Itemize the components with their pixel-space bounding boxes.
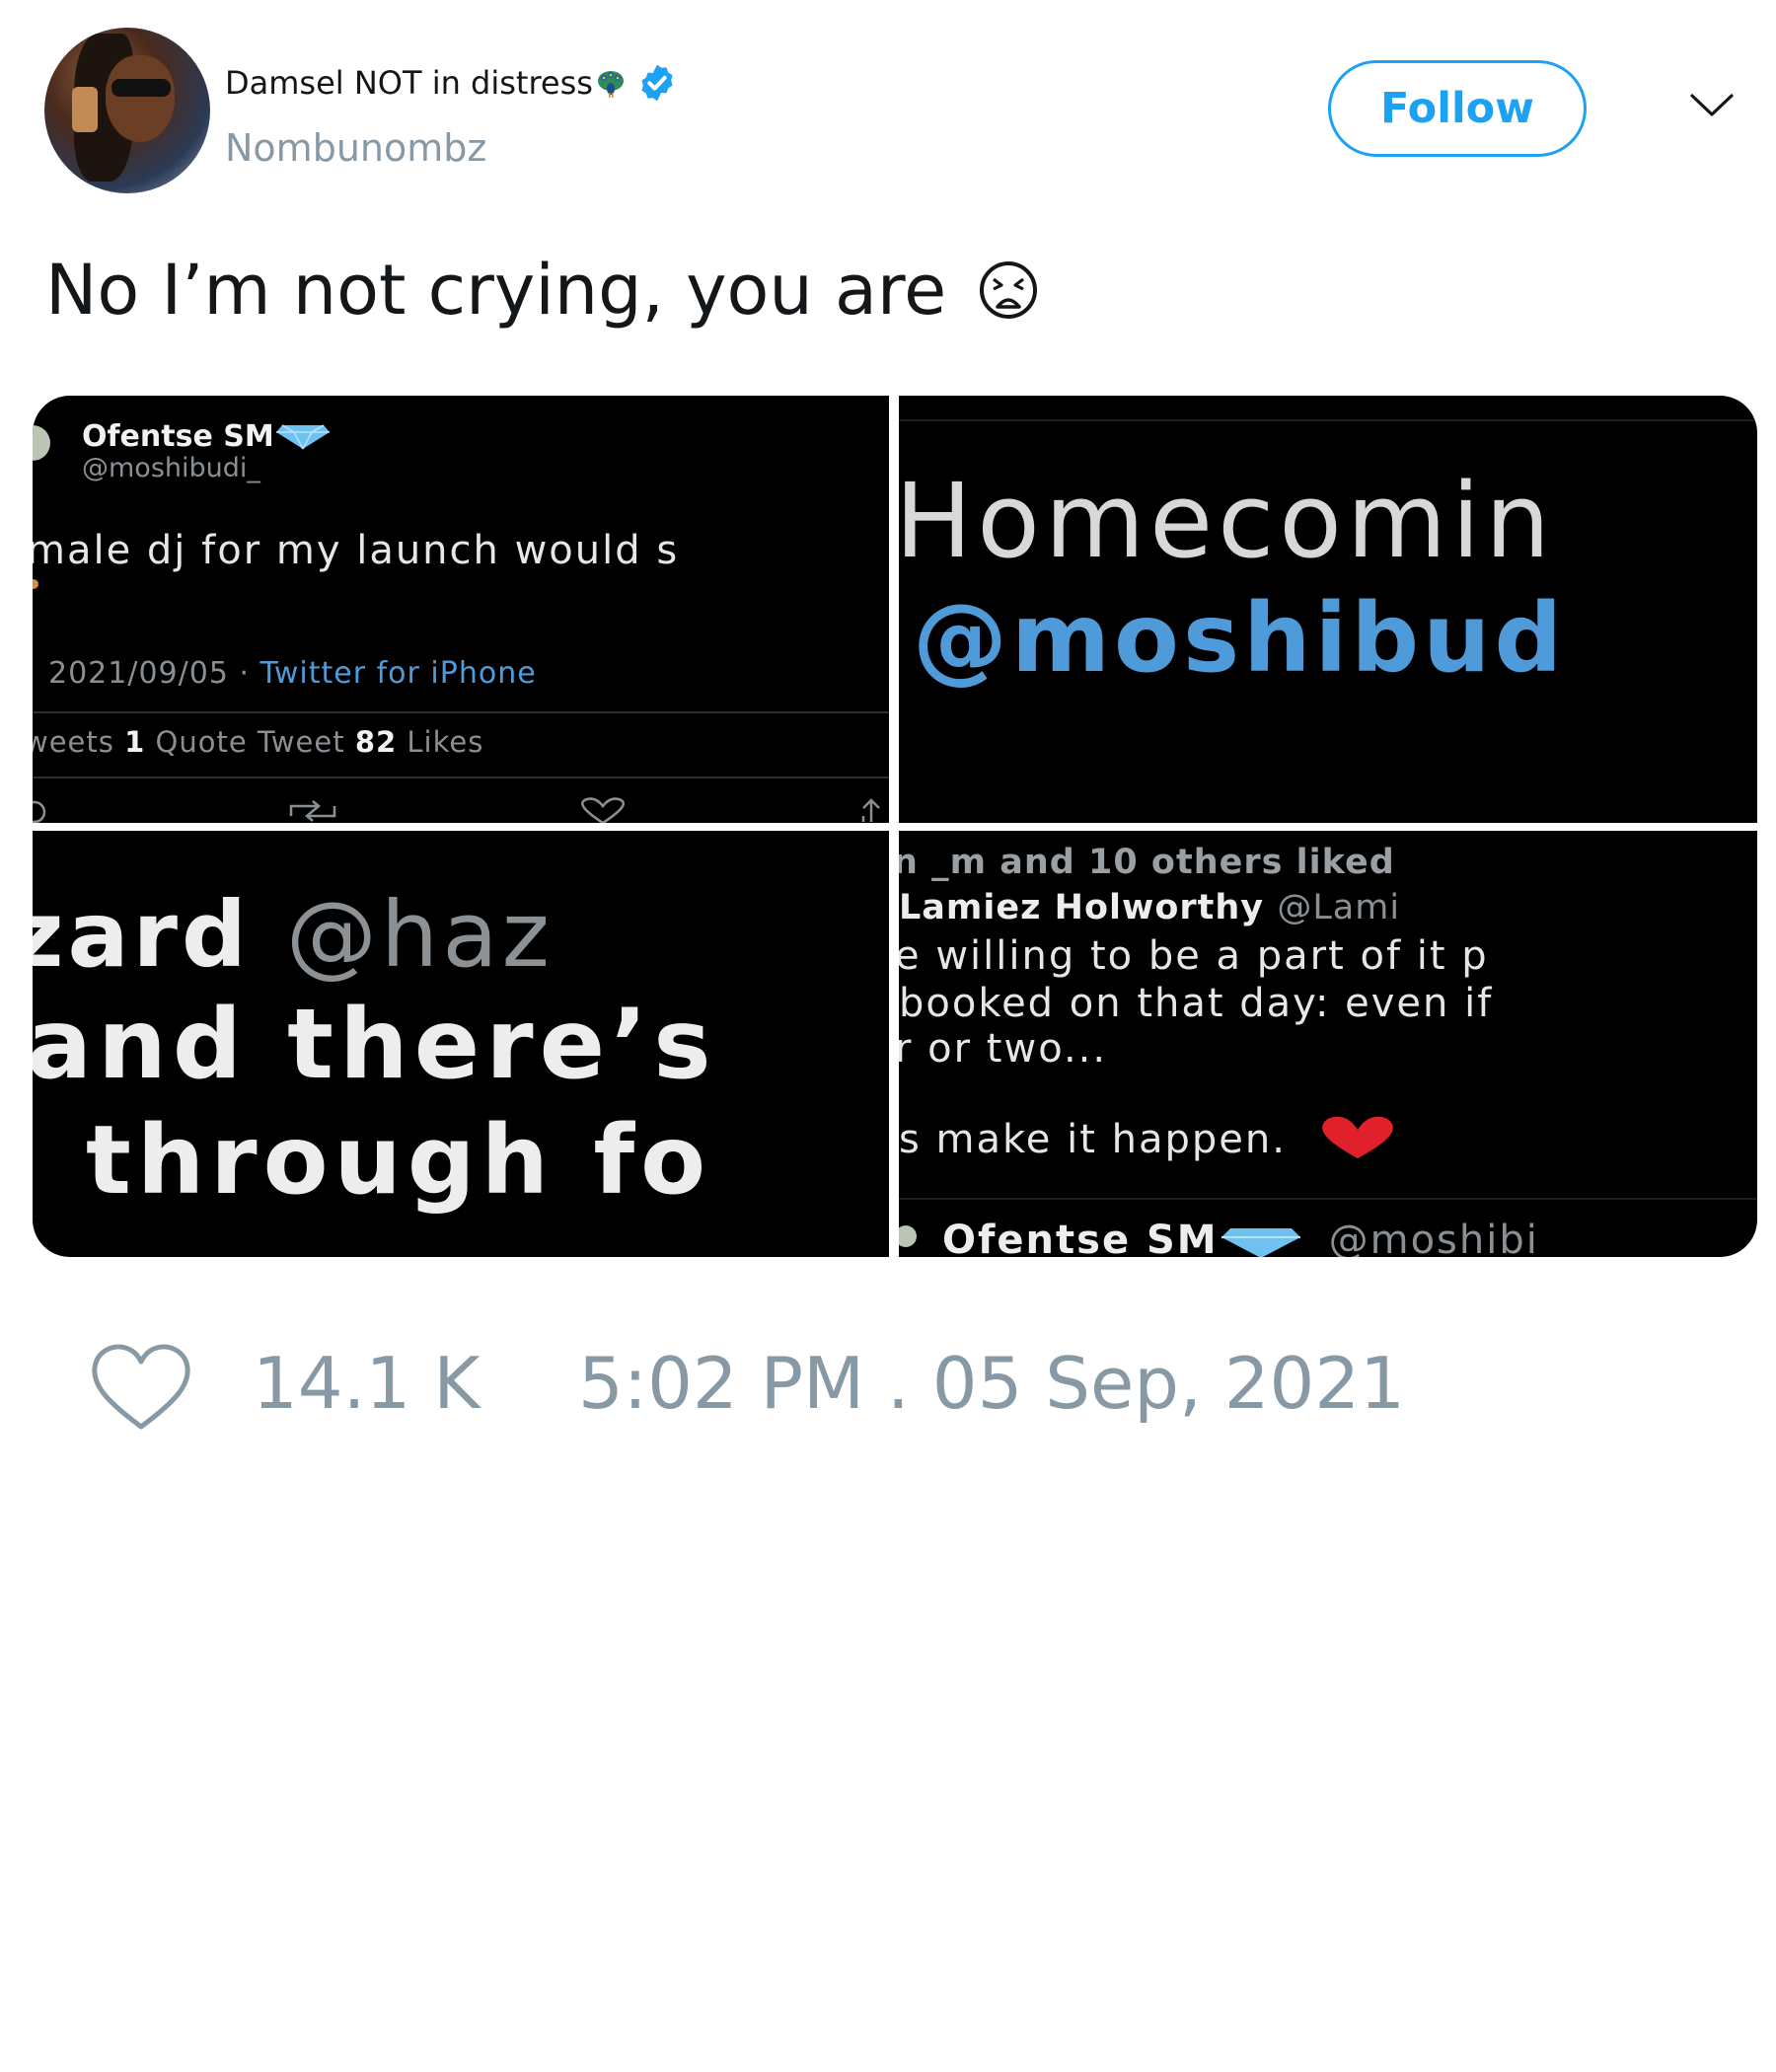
tile1-text: male dj for my launch would s <box>33 528 680 573</box>
avatar-face <box>106 55 175 142</box>
tile4-body-1: e willing to be a part of it p <box>899 933 1489 979</box>
verified-icon <box>641 64 673 102</box>
action-bar: 14.1 K 5:02 PM . 05 Sep, 2021 <box>0 1332 1776 1431</box>
tile1-divider-2 <box>33 777 889 778</box>
tile1-meta-source: Twitter for iPhone <box>259 656 537 691</box>
weary-face-icon <box>980 260 1038 319</box>
red-heart-icon <box>1321 1116 1393 1158</box>
tile4-divider <box>899 1198 1757 1200</box>
tile1-likes-label: Likes <box>397 725 484 759</box>
media-image-4[interactable]: n _m and 10 others liked Lamiez Holworth… <box>899 831 1757 1257</box>
display-name-text: Damsel NOT in distress <box>225 64 593 102</box>
tile4-author-handle: @Lami <box>1277 888 1401 927</box>
chevron-down-icon[interactable] <box>1689 91 1735 120</box>
tile1-meta-date: 2021/09/05 · <box>48 656 260 691</box>
share-icon <box>861 798 880 822</box>
tile4-footer-handle: @moshibi <box>1328 1218 1539 1257</box>
tile2-divider <box>899 419 1757 421</box>
author-handle[interactable]: Nombunombz <box>225 126 486 170</box>
tile1-likes-count: 82 <box>354 725 398 759</box>
tile1-name-row: Ofentse SM <box>82 419 332 454</box>
retweet-icon <box>289 800 336 822</box>
media-image-3[interactable]: zard @haz and there’s through fo <box>33 831 889 1257</box>
follow-button[interactable]: Follow <box>1328 60 1587 157</box>
tile4-footer-name: Ofentse SM <box>942 1218 1219 1257</box>
tile4-body-2: booked on that day: even if <box>899 981 1494 1026</box>
tile1-avatar <box>33 425 50 461</box>
tile4-body-4-row: s make it happen. <box>899 1115 1400 1162</box>
tile1-retweets-label: weets <box>33 725 125 759</box>
tile1-emoji-fragment <box>33 579 38 589</box>
timestamp[interactable]: 5:02 PM . 05 Sep, 2021 <box>578 1342 1405 1425</box>
like-icon-small <box>581 797 625 823</box>
tile1-quote-count: 1 <box>124 725 146 759</box>
tile3-line3: through fo <box>86 1105 712 1216</box>
tile4-liked-line: n _m and 10 others liked <box>899 843 1395 882</box>
reply-icon <box>33 800 46 823</box>
avatar[interactable] <box>44 28 210 193</box>
avatar-drink <box>72 87 98 132</box>
tile1-quote-label: Quote Tweet <box>145 725 355 759</box>
media-grid[interactable]: Ofentse SM @moshibudi_ male dj for my la… <box>33 396 1757 1257</box>
tile2-line2: @moshibud <box>913 583 1567 694</box>
media-image-2[interactable]: Homecomin @moshibud <box>899 396 1757 823</box>
diamond-icon <box>1221 1228 1300 1257</box>
tile3-line1-mention: @haz <box>285 882 554 988</box>
tile4-author-name: Lamiez Holworthy <box>899 888 1278 927</box>
avatar-sunglasses <box>111 79 171 97</box>
diamond-icon <box>275 424 330 450</box>
tile2-line1: Homecomin <box>899 461 1556 581</box>
heart-icon[interactable] <box>89 1340 193 1433</box>
tile4-body-4: s make it happen. <box>899 1117 1287 1162</box>
tile1-divider <box>33 711 889 713</box>
tile4-author: Lamiez Holworthy @Lami <box>899 888 1400 927</box>
tile3-line1: zard @haz <box>33 882 554 988</box>
tile3-line1-word: zard <box>33 882 286 988</box>
tweet-card: Damsel NOT in distress Nombunombz Follow… <box>0 0 1776 2072</box>
author-display-name[interactable]: Damsel NOT in distress <box>225 61 678 105</box>
tile1-meta: 2021/09/05 · Twitter for iPhone <box>48 656 537 691</box>
tile4-footer: Ofentse SM @moshibi <box>942 1218 1539 1257</box>
tile1-stats: weets 1 Quote Tweet 82 Likes <box>33 725 483 759</box>
tile1-name: Ofentse SM <box>82 419 274 454</box>
tweet-text: No I’m not crying, you are <box>45 243 1039 337</box>
like-count: 14.1 K <box>253 1342 481 1425</box>
tile1-handle: @moshibudi_ <box>82 453 260 483</box>
tile4-footer-avatar <box>899 1225 917 1247</box>
media-image-1[interactable]: Ofentse SM @moshibudi_ male dj for my la… <box>33 396 889 823</box>
peacock-icon <box>597 71 624 98</box>
tweet-text-body: No I’m not crying, you are <box>45 250 947 331</box>
tile3-line2: and there’s <box>33 989 717 1101</box>
tile4-body-3: r or two... <box>899 1026 1108 1072</box>
